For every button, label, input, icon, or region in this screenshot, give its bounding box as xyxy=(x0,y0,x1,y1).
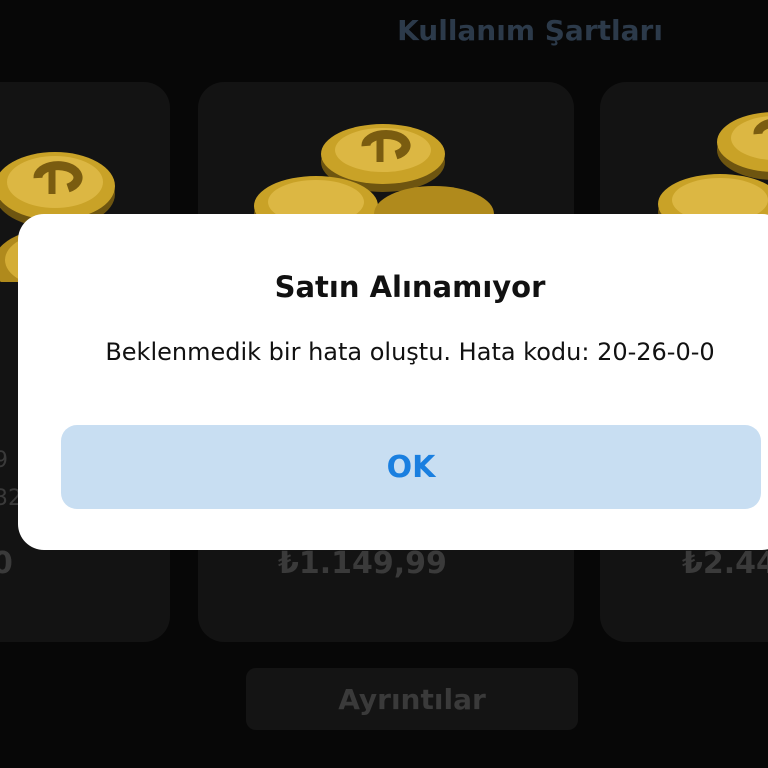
app-screen: Kullanım Şartları 9 32 0 ₺1.149,99 ₺2.44… xyxy=(0,0,768,768)
dialog-message: Beklenmedik bir hata oluştu. Hata kodu: … xyxy=(105,338,715,366)
error-dialog: Satın Alınamıyor Beklenmedik bir hata ol… xyxy=(18,214,768,550)
left-card-price: 0 xyxy=(0,546,13,581)
details-button[interactable]: Ayrıntılar xyxy=(246,668,578,730)
left-card-text-1: 9 xyxy=(0,448,8,473)
terms-link[interactable]: Kullanım Şartları xyxy=(380,14,680,47)
dialog-title: Satın Alınamıyor xyxy=(274,270,546,304)
mid-card-price: ₺1.149,99 xyxy=(278,546,447,581)
right-card-price: ₺2.44 xyxy=(682,546,768,581)
ok-button[interactable]: OK xyxy=(61,425,761,509)
